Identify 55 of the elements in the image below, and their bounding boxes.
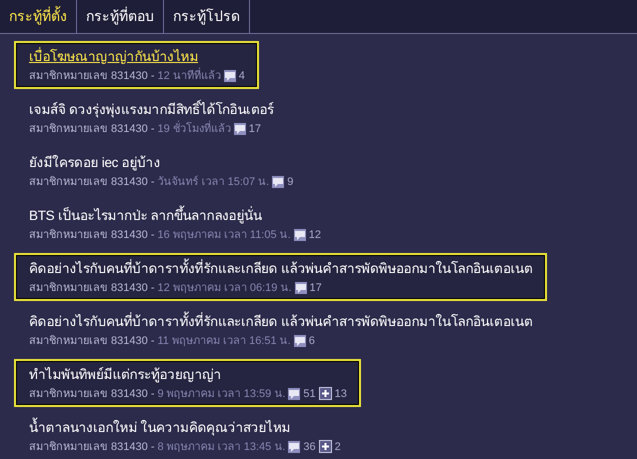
- post-time: 8 พฤษภาคม เวลา 13:45 น.: [157, 440, 286, 454]
- comment-count: 12: [308, 228, 321, 242]
- member-name: สมาชิกหมายเลข 831430 -: [29, 228, 154, 242]
- post-time: 9 พฤษภาคม เวลา 13:59 น.: [157, 386, 286, 402]
- plus-count: 2: [334, 440, 341, 454]
- tab[interactable]: กระทู้ที่ตอบ: [77, 0, 164, 33]
- comment-count: 6: [308, 334, 315, 348]
- post-time: 12 นาทีที่แล้ว: [157, 68, 221, 84]
- thread-title[interactable]: เจมส์จิ ดวงรุ่งพุ่งแรงมากมีสิทธิ์ได้โกอินเตอร์: [29, 98, 274, 120]
- thread-item[interactable]: ยังมีใครดอย iec อยู่บ้าง สมาชิกหมายเลข 831430 - วันจันทร์ เวลา 15:07 น. 9: [14, 146, 308, 194]
- thread-title[interactable]: น้ำตาลนางเอกใหม่ ในความคิดคุณว่าสวยไหม: [29, 416, 341, 438]
- member-name: สมาชิกหมายเลข 831430 -: [29, 68, 154, 84]
- thread-title[interactable]: ยังมีใครดอย iec อยู่บ้าง: [29, 152, 294, 174]
- comment-icon: [288, 440, 300, 452]
- member-name: สมาชิกหมายเลข 831430 -: [29, 122, 154, 136]
- comment-count: 17: [248, 122, 262, 136]
- post-time: 12 พฤษภาคม เวลา 06:19 น.: [157, 280, 292, 296]
- comment-count: 9: [287, 174, 294, 190]
- thread-title[interactable]: BTS เป็นอะไรมากป่ะ ลากขึ้นลากลงอยู่นั่น: [29, 204, 321, 226]
- thread-item[interactable]: คิดอย่างไรกับคนที่บ้าดาราทั้งที่รักและเกลียด แล้วพ่นคำสารพัดพิษออกมาในโลกอินเตอเนต สมาชิกหมายเลข 831430 - 12 พฤษภาคม เวลา 06:19 น. 17: [14, 252, 547, 300]
- comment-icon: [224, 70, 236, 82]
- comment-count: 36: [303, 440, 316, 454]
- comment-icon: [294, 334, 306, 346]
- thread-title[interactable]: เบื่อโฆษณาญาญ่ากันบ้างไหม: [29, 46, 245, 68]
- thread-title[interactable]: คิดอย่างไรกับคนที่บ้าดาราทั้งที่รักและเกลียด แล้วพ่นคำสารพัดพิษออกมาในโลกอินเตอเนต: [29, 310, 533, 332]
- comment-icon: [234, 122, 246, 134]
- comment-icon: [288, 388, 300, 400]
- comment-count: 51: [303, 386, 316, 402]
- comment-count: 4: [238, 68, 245, 84]
- member-name: สมาชิกหมายเลข 831430 -: [29, 386, 154, 402]
- comment-icon: [294, 228, 306, 240]
- plus-icon: [318, 387, 332, 400]
- post-time: 11 พฤษภาคม เวลา 16:51 น.: [157, 334, 291, 348]
- plus-icon: [318, 440, 332, 453]
- thread-title[interactable]: ทำไมพันทิพย์มีแต่กระทู้อวยญาญ่า: [29, 364, 347, 386]
- member-name: สมาชิกหมายเลข 831430 -: [29, 440, 154, 454]
- comment-count: 17: [310, 280, 322, 296]
- tab[interactable]: กระทู้โปรด: [164, 0, 250, 33]
- thread-title[interactable]: คิดอย่างไรกับคนที่บ้าดาราทั้งที่รักและเกลียด แล้วพ่นคำสารพัดพิษออกมาในโลกอินเตอเนต: [29, 258, 533, 280]
- thread-item[interactable]: ทำไมพันทิพย์มีแต่กระทู้อวยญาญ่า สมาชิกหมายเลข 831430 - 9 พฤษภาคม เวลา 13:59 น. 51 13: [14, 358, 361, 406]
- tab[interactable]: กระทู้ที่ตั้ง: [0, 0, 77, 33]
- post-time: วันจันทร์ เวลา 15:07 น.: [157, 174, 270, 190]
- post-time: 19 ชั่วโมงที่แล้ว: [157, 120, 231, 136]
- comment-icon: [272, 176, 284, 188]
- thread-item[interactable]: เบื่อโฆษณาญาญ่ากันบ้างไหม สมาชิกหมายเลข 831430 - 12 นาทีที่แล้ว 4: [14, 40, 259, 88]
- post-time: 16 พฤษภาคม เวลา 11:05 น.: [157, 228, 291, 242]
- comment-icon: [294, 282, 307, 294]
- plus-count: 13: [334, 386, 347, 402]
- member-name: สมาชิกหมายเลข 831430 -: [29, 174, 154, 190]
- thread-item[interactable]: คิดอย่างไรกับคนที่บ้าดาราทั้งที่รักและเกลียด แล้วพ่นคำสารพัดพิษออกมาในโลกอินเตอเนต สมาชิกหมายเลข 831430 - 11 พฤษภาคม เวลา 16:51 น. 6: [14, 306, 547, 354]
- thread-item[interactable]: น้ำตาลนางเอกใหม่ ในความคิดคุณว่าสวยไหม สมาชิกหมายเลข 831430 - 8 พฤษภาคม เวลา 13:45 น. 36 2: [14, 412, 355, 459]
- member-name: สมาชิกหมายเลข 831430 -: [29, 334, 154, 348]
- thread-item[interactable]: เจมส์จิ ดวงรุ่งพุ่งแรงมากมีสิทธิ์ได้โกอินเตอร์ สมาชิกหมายเลข 831430 - 19 ชั่วโมงที่แล้ว 17: [14, 94, 288, 142]
- thread-item[interactable]: BTS เป็นอะไรมากป่ะ ลากขึ้นลากลงอยู่นั่น สมาชิกหมายเลข 831430 - 16 พฤษภาคม เวลา 11:05 น. 12: [14, 200, 335, 248]
- member-name: สมาชิกหมายเลข 831430 -: [29, 280, 154, 296]
